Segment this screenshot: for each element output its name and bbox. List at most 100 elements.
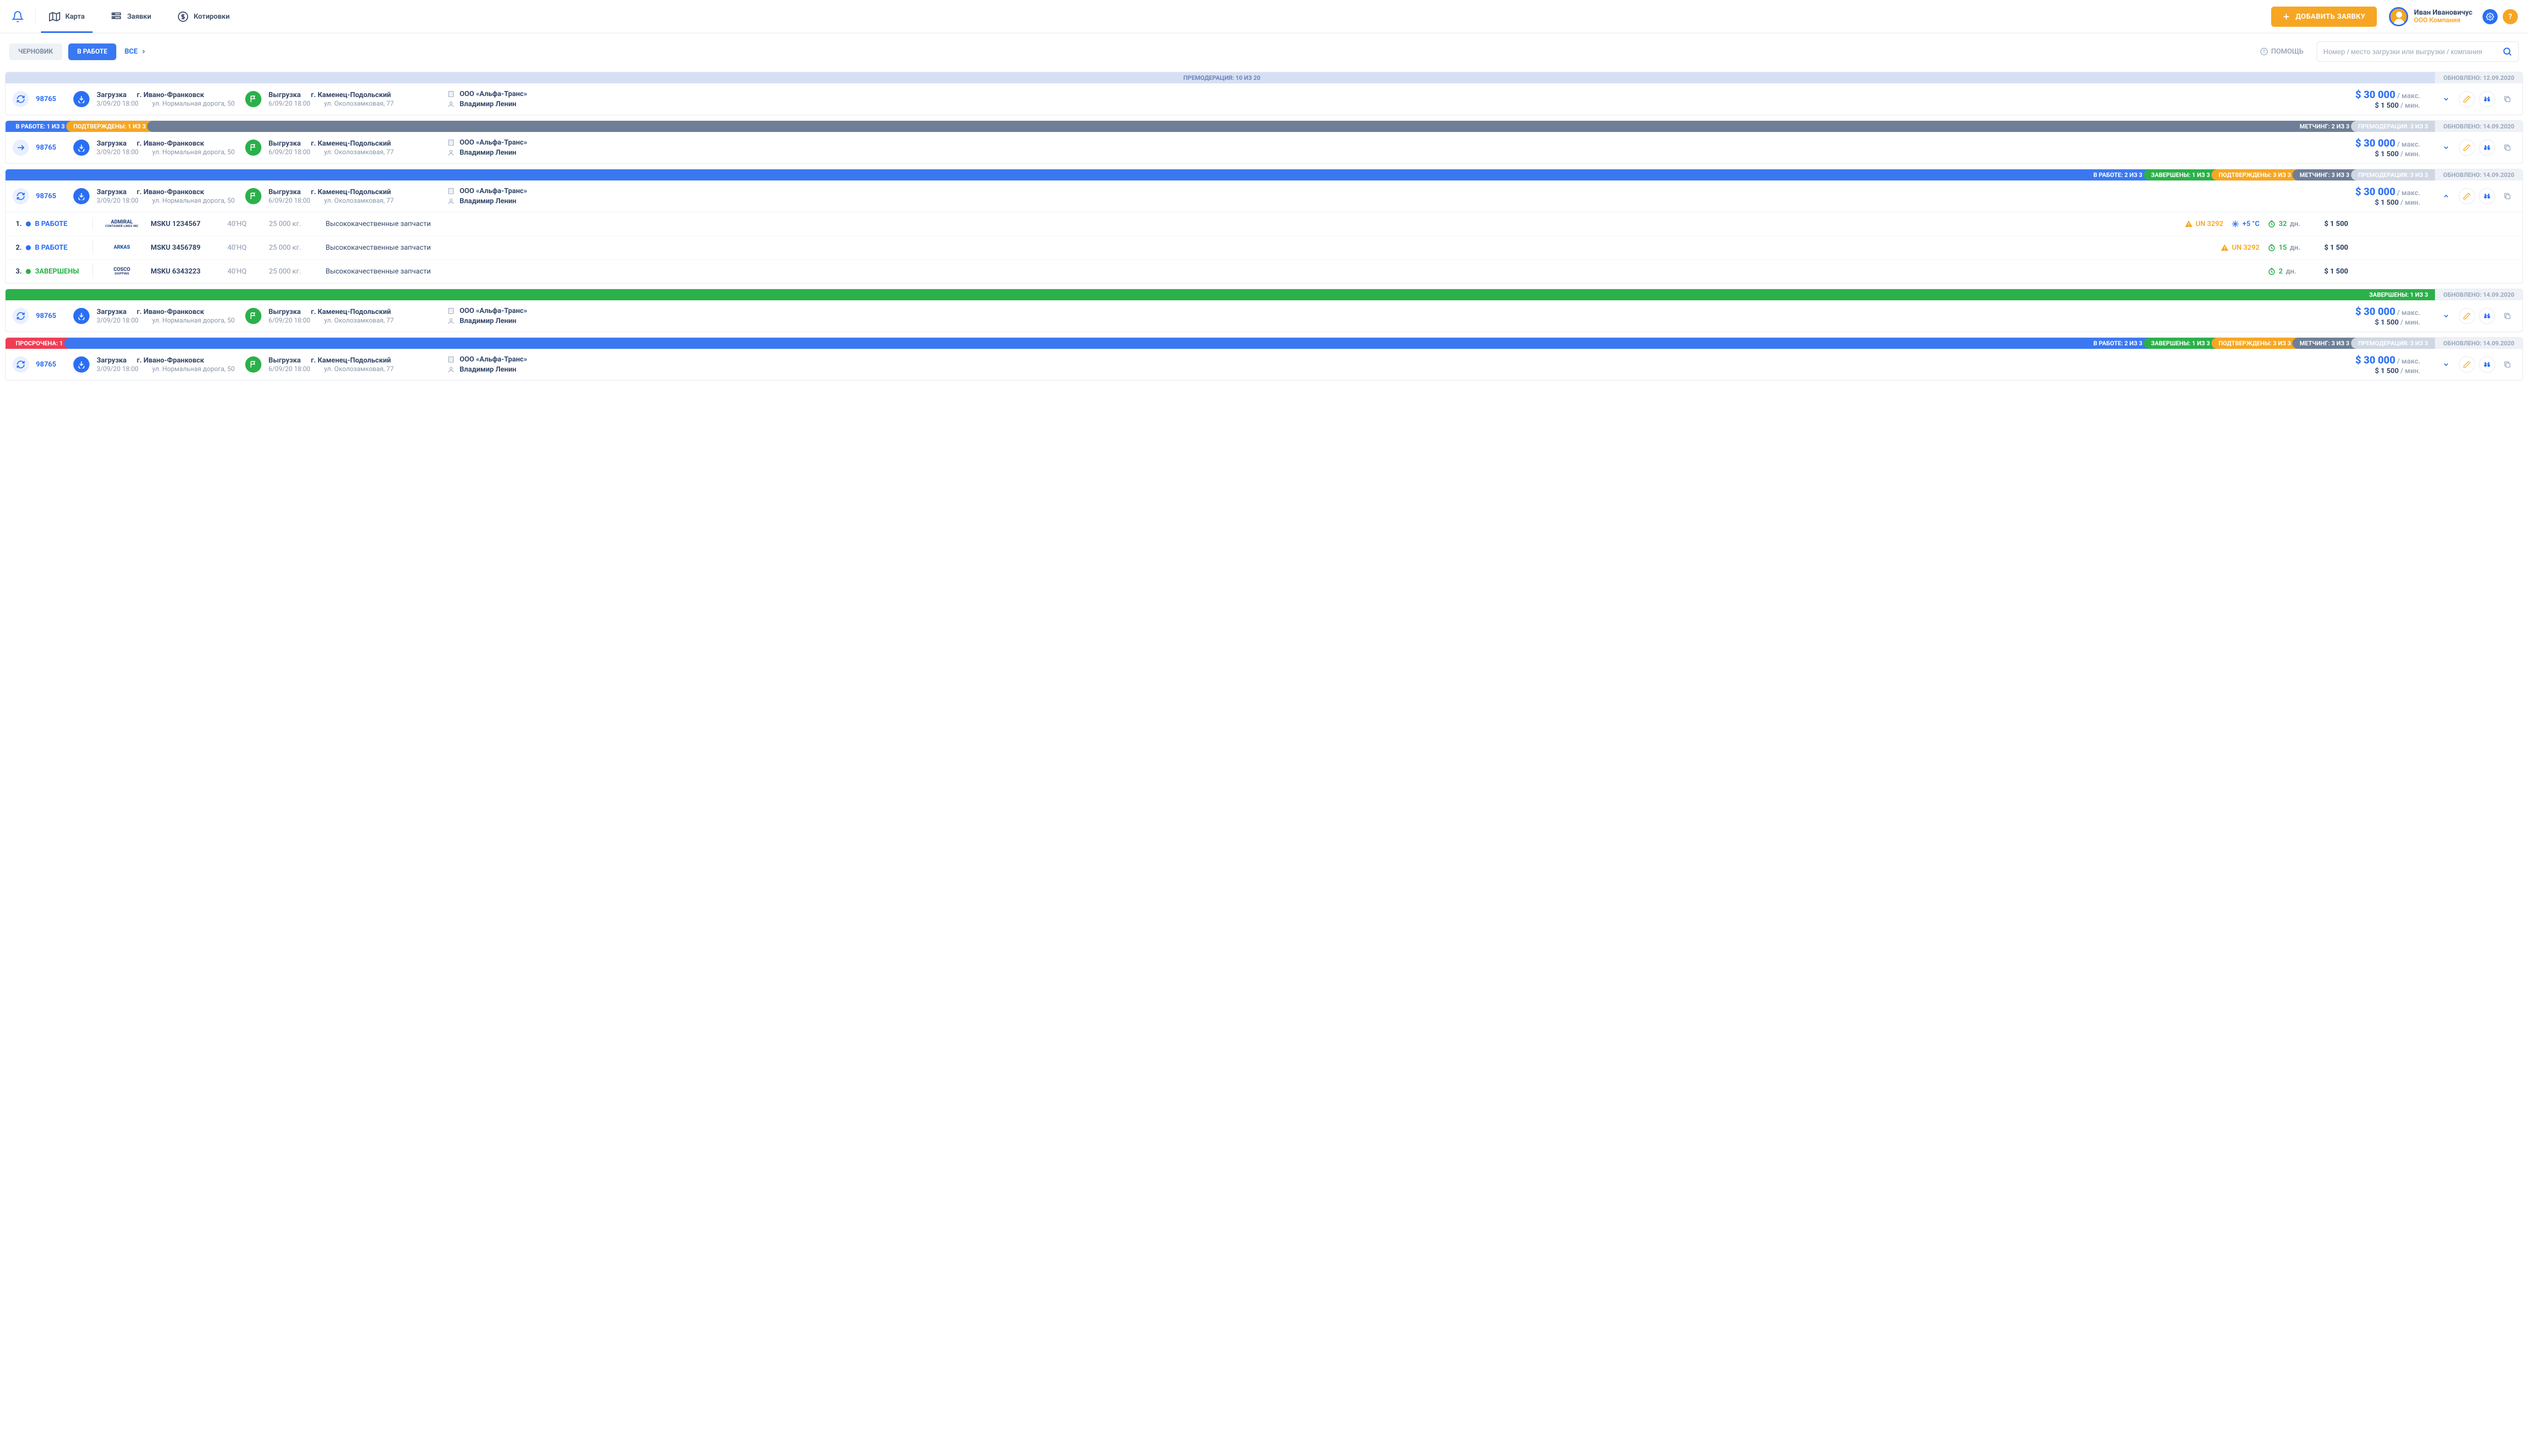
unload-icon — [245, 308, 261, 324]
expand-toggle[interactable] — [2437, 358, 2455, 371]
status-segment: ЗАВЕРШЕНЫ: 1 ИЗ 3 — [6, 289, 2435, 300]
person-icon — [447, 198, 455, 205]
days-badge: 2 дн. — [2268, 267, 2303, 276]
copy-button[interactable] — [2499, 188, 2515, 204]
container-cargo: Высококачественные запчасти — [326, 244, 477, 252]
container-status: 1. В РАБОТЕ — [16, 220, 81, 228]
status-segment: ПРОСРОЧЕНА: 1 — [6, 338, 70, 349]
edit-button[interactable] — [2459, 356, 2475, 373]
add-order-button[interactable]: ДОБАВИТЬ ЗАЯВКУ — [2271, 7, 2376, 27]
help-button[interactable]: ? — [2503, 9, 2518, 24]
container-weight: 25 000 кг. — [269, 220, 314, 228]
container-row: 1. В РАБОТЕ ADMIRALCONTAINER LINES INC M… — [6, 212, 2522, 236]
row-status-icon[interactable] — [13, 140, 29, 156]
add-order-label: ДОБАВИТЬ ЗАЯВКУ — [2295, 13, 2365, 21]
status-segment: ПРЕМОДЕРАЦИЯ: 3 ИЗ 3 — [2351, 121, 2435, 132]
search-input[interactable] — [2323, 48, 2498, 56]
status-segment: В РАБОТЕ: 2 ИЗ 3 — [6, 169, 2149, 180]
order-id[interactable]: 98765 — [36, 95, 66, 103]
company-block: ООО «Альфа-Транс» Владимир Ленин — [447, 307, 538, 325]
status-segment: ПРЕМОДЕРАЦИЯ: 10 ИЗ 20 — [6, 72, 2435, 83]
building-icon — [447, 188, 455, 195]
building-icon — [447, 356, 455, 363]
user-block[interactable]: Иван Ивановичус ООО Компания — [2414, 9, 2472, 24]
edit-button[interactable] — [2459, 188, 2475, 204]
building-icon — [447, 139, 455, 146]
avatar[interactable] — [2389, 7, 2408, 26]
nav-orders[interactable]: Заявки — [108, 1, 154, 32]
container-price: $ 1 500 — [2324, 267, 2365, 276]
view-button[interactable] — [2479, 91, 2495, 107]
row-status-icon[interactable] — [13, 356, 29, 373]
edit-button[interactable] — [2459, 140, 2475, 156]
container-status: 3. ЗАВЕРШЕНЫ — [16, 267, 81, 276]
orders-list: ПРЕМОДЕРАЦИЯ: 10 ИЗ 20ОБНОВЛЕНО: 12.09.2… — [0, 72, 2528, 391]
edit-button[interactable] — [2459, 308, 2475, 324]
nav-map[interactable]: Карта — [46, 1, 87, 32]
view-button[interactable] — [2479, 308, 2495, 324]
temp-badge: +5 °C — [2231, 220, 2260, 228]
row-status-icon[interactable] — [13, 308, 29, 324]
person-icon — [447, 101, 455, 108]
view-button[interactable] — [2479, 140, 2495, 156]
building-icon — [447, 307, 455, 314]
status-segment: В РАБОТЕ: 2 ИЗ 3 — [64, 338, 2149, 349]
search-icon — [2502, 47, 2512, 57]
expand-toggle[interactable] — [2437, 93, 2455, 106]
load-icon — [73, 140, 89, 156]
days-badge: 32 дн. — [2268, 220, 2303, 228]
bell-icon[interactable] — [10, 9, 25, 24]
copy-button[interactable] — [2499, 140, 2515, 156]
row-status-icon[interactable] — [13, 91, 29, 107]
container-weight: 25 000 кг. — [269, 244, 314, 252]
hazard-badge: UN 3292 — [2185, 220, 2224, 228]
order-id[interactable]: 98765 — [36, 144, 66, 152]
status-segment: ОБНОВЛЕНО: 12.09.2020 — [2435, 72, 2522, 83]
nav-quotes[interactable]: Котировки — [174, 1, 233, 32]
status-segment: МЕТЧИНГ: 2 ИЗ 3 — [147, 121, 2357, 132]
order-id[interactable]: 98765 — [36, 192, 66, 200]
status-segment: ПРЕМОДЕРАЦИЯ: 3 ИЗ 3 — [2351, 169, 2435, 180]
filter-all[interactable]: ВСЕ — [124, 48, 147, 56]
container-type: 40'HQ — [228, 244, 258, 252]
settings-button[interactable] — [2482, 9, 2498, 24]
order-card: ПРОСРОЧЕНА: 1В РАБОТЕ: 2 ИЗ 3ЗАВЕРШЕНЫ: … — [5, 337, 2523, 381]
unload-location: Выгрузкаг. Каменец-Подольский 6/09/20 18… — [268, 91, 440, 108]
containers-list: 1. В РАБОТЕ ADMIRALCONTAINER LINES INC M… — [6, 212, 2522, 283]
price-block: $ 30 000 / макс. $ 1 500 / мин. — [2344, 305, 2420, 327]
load-location: Загрузкаг. Ивано-Франковск 3/09/20 18:00… — [97, 356, 238, 373]
container-type: 40'HQ — [228, 267, 258, 276]
copy-button[interactable] — [2499, 356, 2515, 373]
unload-icon — [245, 188, 261, 204]
load-icon — [73, 188, 89, 204]
order-id[interactable]: 98765 — [36, 312, 66, 320]
copy-button[interactable] — [2499, 91, 2515, 107]
view-button[interactable] — [2479, 188, 2495, 204]
load-icon — [73, 308, 89, 324]
row-actions — [2437, 308, 2515, 324]
expand-toggle[interactable] — [2437, 190, 2455, 203]
order-card: ПРЕМОДЕРАЦИЯ: 10 ИЗ 20ОБНОВЛЕНО: 12.09.2… — [5, 72, 2523, 115]
container-id: MSKU 3456789 — [151, 244, 216, 252]
filter-bar: ЧЕРНОВИК В РАБОТЕ ВСЕ ПОМОЩЬ — [0, 33, 2528, 67]
view-button[interactable] — [2479, 356, 2495, 373]
order-row-body: 98765 Загрузкаг. Ивано-Франковск 3/09/20… — [6, 180, 2522, 212]
app-header: Карта Заявки Котировки ДОБАВИТЬ ЗАЯВКУ И… — [0, 0, 2528, 33]
copy-button[interactable] — [2499, 308, 2515, 324]
row-status-icon[interactable] — [13, 188, 29, 204]
order-id[interactable]: 98765 — [36, 360, 66, 369]
expand-toggle[interactable] — [2437, 309, 2455, 323]
dollar-icon — [177, 11, 189, 22]
filter-inwork[interactable]: В РАБОТЕ — [68, 43, 117, 60]
container-id: MSKU 1234567 — [151, 220, 216, 228]
status-bar: ПРЕМОДЕРАЦИЯ: 10 ИЗ 20ОБНОВЛЕНО: 12.09.2… — [6, 72, 2522, 83]
edit-button[interactable] — [2459, 91, 2475, 107]
load-location: Загрузкаг. Ивано-Франковск 3/09/20 18:00… — [97, 308, 238, 325]
status-segment: ПОДТВЕРЖДЕНЫ: 3 ИЗ 3 — [2211, 338, 2298, 349]
row-actions — [2437, 356, 2515, 373]
container-id: MSKU 6343223 — [151, 267, 216, 276]
expand-toggle[interactable] — [2437, 141, 2455, 154]
filter-draft[interactable]: ЧЕРНОВИК — [9, 43, 62, 60]
search-box[interactable] — [2317, 41, 2519, 62]
help-link[interactable]: ПОМОЩЬ — [2260, 48, 2304, 56]
